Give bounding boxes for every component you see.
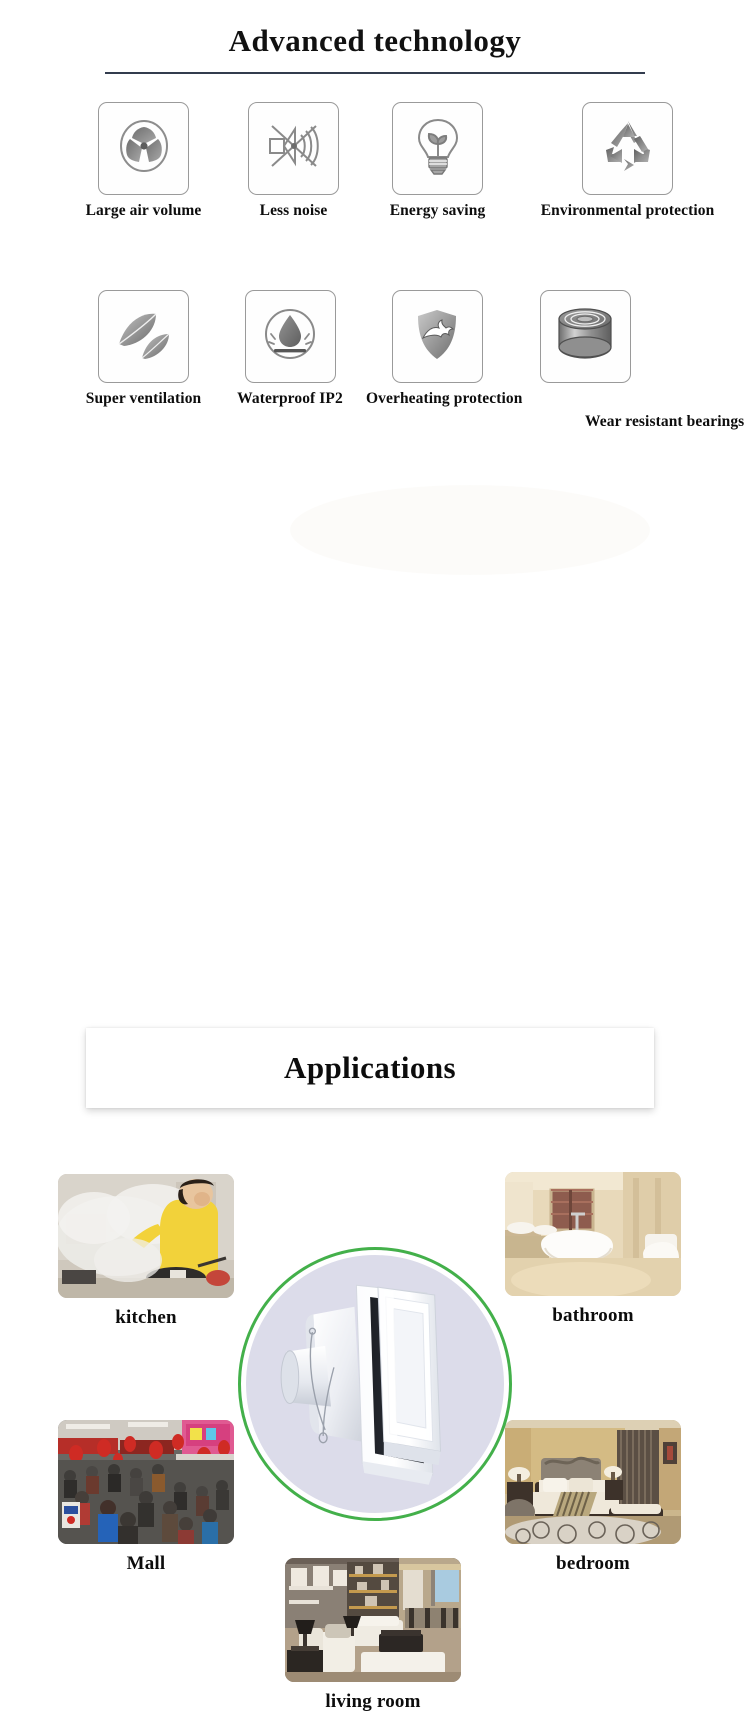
leaves-icon [112,304,176,369]
feature-icon-box [98,290,189,384]
application-label: Mall [126,1553,166,1575]
feature-icon-box [539,290,631,384]
feature-label: Super ventilation [85,390,202,408]
application-item-mall[interactable]: Mall [58,1420,234,1575]
application-item-kitchen[interactable]: kitchen [58,1174,234,1329]
feature-label: Waterproof IP2 [237,390,343,408]
applications-title: Applications [284,1050,456,1086]
no-noise-icon [262,116,326,181]
fan-blades-icon [113,115,175,182]
feature-row-1: Large air volume Less noise Energy savin… [0,102,750,262]
application-item-living-room[interactable]: living room [285,1558,461,1713]
feature-icon-box [244,290,336,384]
background-watermark [0,470,750,575]
application-label: kitchen [115,1307,177,1329]
feature-less-noise: Less noise [225,102,362,220]
feature-overheating-protection: Overheating protection [366,290,523,408]
feature-label: Overheating protection [366,390,523,408]
feature-label: Energy saving [389,202,486,220]
feature-environmental-protection: Environmental protection [515,102,740,220]
application-label: bathroom [552,1305,634,1327]
application-label: bedroom [556,1553,630,1575]
mall-thumbnail[interactable] [58,1420,234,1545]
kitchen-thumbnail[interactable] [58,1174,234,1299]
shield-flame-icon [408,304,466,369]
feature-large-air-volume: Large air volume [66,102,221,220]
bearing-icon [553,305,617,368]
feature-row-2: Super ventilation Waterproof IP2 Overhea… [0,290,750,450]
feature-super-ventilation: Super ventilation [66,290,221,408]
application-item-bathroom[interactable]: bathroom [505,1172,681,1327]
page-title: Advanced technology [228,23,522,58]
title-divider [105,72,645,75]
living-room-thumbnail[interactable] [285,1558,461,1683]
application-item-bedroom[interactable]: bedroom [505,1420,681,1575]
bedroom-thumbnail[interactable] [505,1420,681,1545]
feature-icon-box [391,290,483,384]
feature-label: Large air volume [85,202,202,220]
feature-icon-box [248,102,339,196]
feature-icon-box [392,102,483,196]
waterdrop-icon [259,303,321,370]
bathroom-thumbnail[interactable] [505,1172,681,1297]
lightbulb-leaf-icon [410,114,466,183]
application-label: living room [325,1691,421,1713]
feature-icon-box [582,102,673,196]
advanced-technology-section: Advanced technology Large air volume Les… [0,0,750,450]
feature-energy-saving: Energy saving [365,102,510,220]
feature-label: Wear resistant bearings [585,413,745,431]
feature-label: Less noise [259,202,328,220]
exhaust-fan-product-image [241,1250,509,1518]
feature-waterproof: Waterproof IP2 [221,290,359,408]
applications-banner: Applications [86,1028,654,1109]
recycling-icon [598,116,658,181]
feature-wear-resistant-bearings: Wear resistant bearings [513,290,745,431]
product-highlight-circle[interactable] [238,1247,512,1522]
feature-icon-box [98,102,189,196]
feature-label: Environmental protection [540,202,715,220]
